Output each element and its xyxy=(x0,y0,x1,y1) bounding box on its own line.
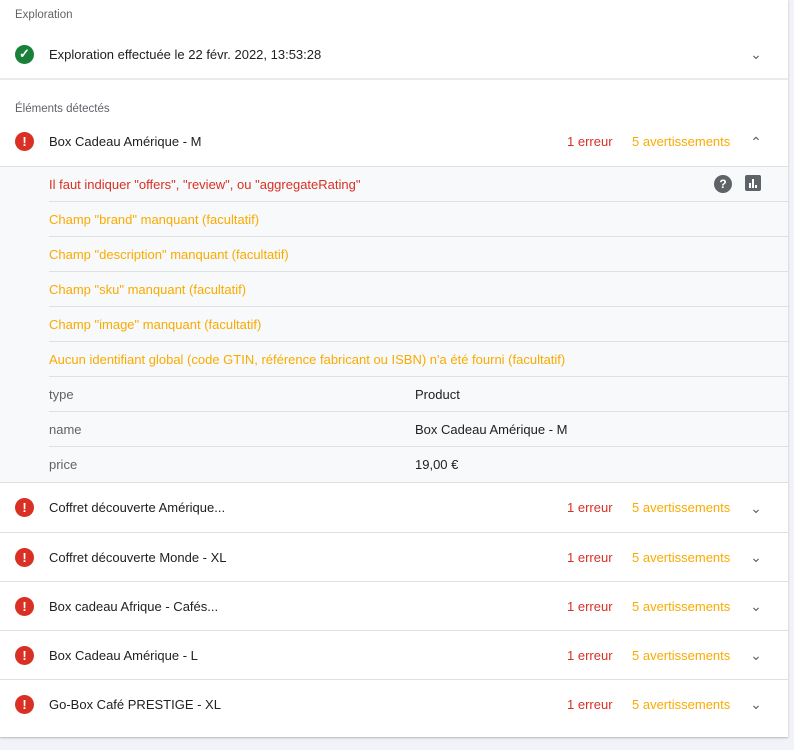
error-count: 1 erreur xyxy=(567,696,613,712)
chevron-up-icon[interactable]: ⌃ xyxy=(748,134,764,150)
item-row[interactable]: ! Coffret découverte Monde - XL 1 erreur… xyxy=(0,532,788,581)
item-row-expanded[interactable]: ! Box Cadeau Amérique - M 1 erreur 5 ave… xyxy=(0,117,788,166)
issue-text: Aucun identifiant global (code GTIN, réf… xyxy=(49,351,566,367)
item-row[interactable]: ! Go-Box Café PRESTIGE - XL 1 erreur 5 a… xyxy=(0,679,788,728)
issue-text: Il faut indiquer "offers", "review", ou … xyxy=(49,176,361,192)
property-row: type Product xyxy=(49,377,788,412)
detected-label: Éléments détectés xyxy=(15,103,110,115)
property-row: price 19,00 € xyxy=(49,447,788,482)
property-key: price xyxy=(49,457,78,472)
issue-text: Champ "image" manquant (facultatif) xyxy=(49,316,262,332)
issue-row[interactable]: Champ "image" manquant (facultatif) xyxy=(49,307,788,342)
property-key: name xyxy=(49,421,82,437)
property-value: Product xyxy=(415,386,460,402)
chevron-down-icon[interactable]: ⌄ xyxy=(748,647,764,663)
warning-count: 5 avertissements xyxy=(632,598,731,614)
warning-count: 5 avertissements xyxy=(632,549,731,565)
item-row[interactable]: ! Box cadeau Afrique - Cafés... 1 erreur… xyxy=(0,581,788,630)
error-icon: ! xyxy=(15,694,34,714)
error-icon: ! xyxy=(15,645,34,665)
property-row: name Box Cadeau Amérique - M xyxy=(49,412,788,447)
check-circle-icon: ✓ xyxy=(15,44,34,64)
chevron-down-icon[interactable]: ⌄ xyxy=(748,46,764,62)
issue-row[interactable]: Champ "sku" manquant (facultatif) xyxy=(49,272,788,307)
warning-count: 5 avertissements xyxy=(632,500,731,515)
error-icon: ! xyxy=(15,498,34,517)
issue-row[interactable]: Il faut indiquer "offers", "review", ou … xyxy=(49,167,788,202)
error-count: 1 erreur xyxy=(567,598,613,614)
property-value: Box Cadeau Amérique - M xyxy=(415,421,568,437)
issue-row[interactable]: Champ "brand" manquant (facultatif) xyxy=(49,202,788,237)
error-icon: ! xyxy=(15,132,34,151)
exploration-status: Exploration effectuée le 22 févr. 2022, … xyxy=(49,46,322,62)
exploration-label: Exploration xyxy=(15,9,73,21)
structured-data-card: Exploration ✓ Exploration effectuée le 2… xyxy=(0,0,788,737)
issue-row[interactable]: Champ "description" manquant (facultatif… xyxy=(49,237,788,272)
chevron-down-icon[interactable]: ⌄ xyxy=(748,549,764,565)
error-icon: ! xyxy=(15,547,34,567)
property-value: 19,00 € xyxy=(415,457,459,472)
issue-text: Champ "description" manquant (facultatif… xyxy=(49,246,289,262)
property-key: type xyxy=(49,386,74,402)
chevron-down-icon[interactable]: ⌄ xyxy=(748,500,764,516)
error-count: 1 erreur xyxy=(567,549,613,565)
chevron-down-icon[interactable]: ⌄ xyxy=(748,598,764,614)
item-details: Il faut indiquer "offers", "review", ou … xyxy=(0,166,788,483)
chevron-down-icon[interactable]: ⌄ xyxy=(748,696,764,712)
issue-text: Champ "brand" manquant (facultatif) xyxy=(49,211,260,227)
error-count: 1 erreur xyxy=(567,647,613,663)
warning-count: 5 avertissements xyxy=(632,696,731,712)
help-icon[interactable]: ? xyxy=(714,175,732,193)
error-count: 1 erreur xyxy=(567,500,613,515)
issue-text: Champ "sku" manquant (facultatif) xyxy=(49,281,247,297)
error-count: 1 erreur xyxy=(567,134,613,149)
warning-count: 5 avertissements xyxy=(632,134,731,149)
issue-row[interactable]: Aucun identifiant global (code GTIN, réf… xyxy=(49,342,788,377)
warning-count: 5 avertissements xyxy=(632,647,731,663)
bar-chart-icon[interactable] xyxy=(745,175,761,191)
exploration-row[interactable]: ✓ Exploration effectuée le 22 févr. 2022… xyxy=(0,30,788,78)
item-row[interactable]: ! Box Cadeau Amérique - L 1 erreur 5 ave… xyxy=(0,630,788,679)
error-icon: ! xyxy=(15,596,34,616)
item-row[interactable]: ! Coffret découverte Amérique... 1 erreu… xyxy=(0,483,788,532)
